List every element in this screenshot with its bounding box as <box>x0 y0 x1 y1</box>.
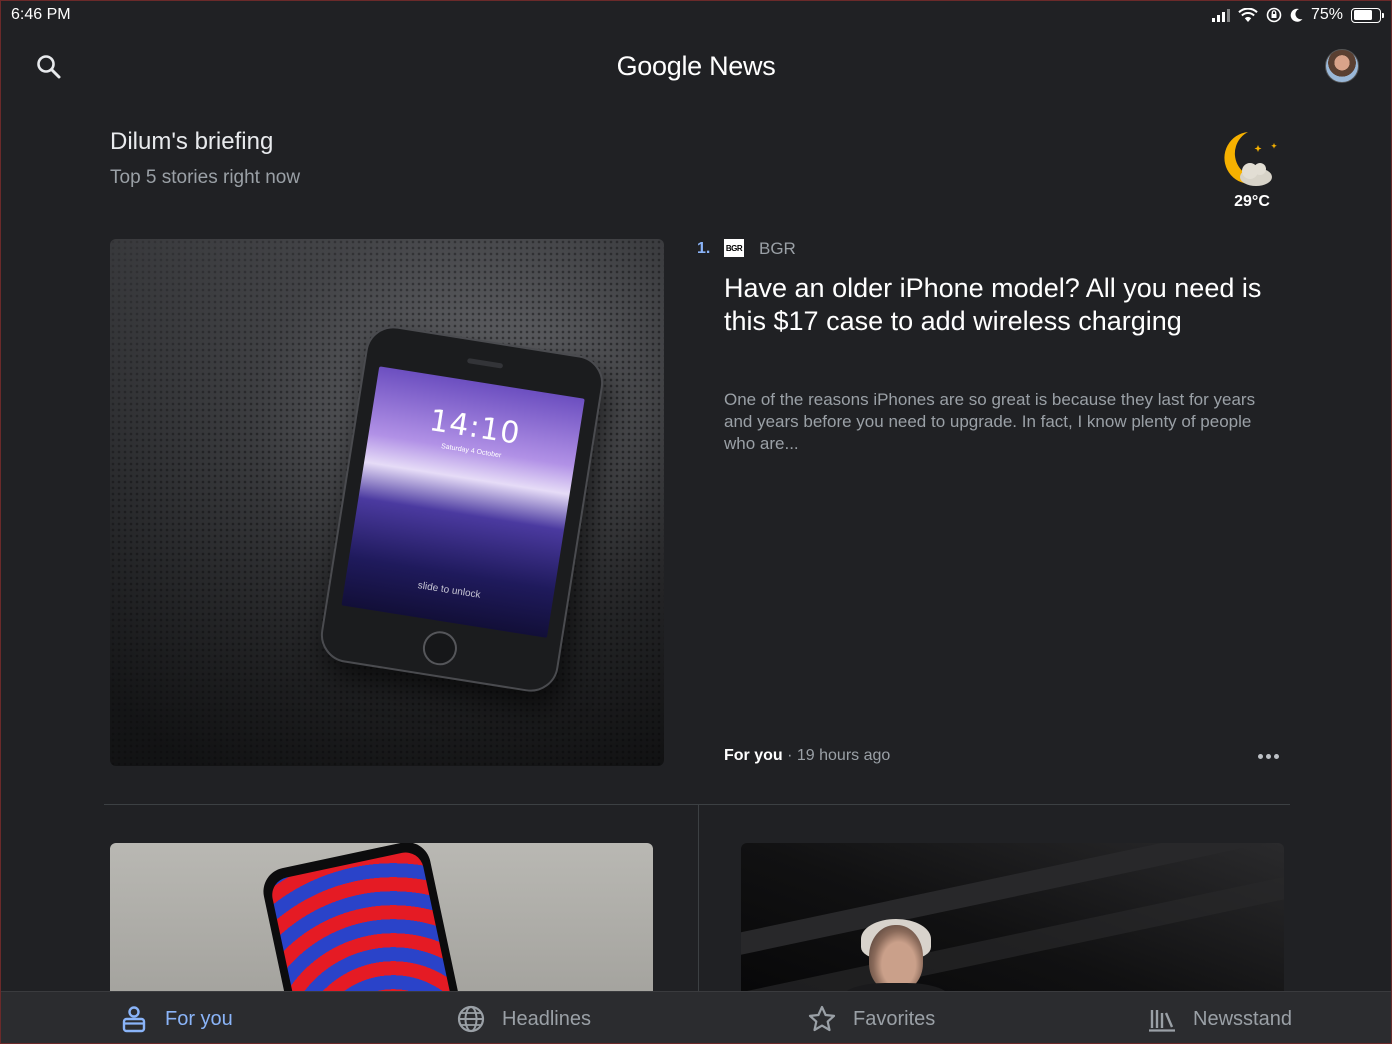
section-divider <box>104 804 1290 805</box>
battery-percentage: 75% <box>1310 6 1343 23</box>
nav-item-for-you[interactable]: For you <box>119 992 233 1043</box>
globe-icon <box>457 1005 485 1033</box>
nav-item-newsstand[interactable]: Newsstand <box>1147 992 1292 1043</box>
phone-unlock-text: slide to unlock <box>416 580 482 601</box>
column-divider <box>698 805 699 991</box>
orientation-lock-icon <box>1266 7 1282 23</box>
app-window: 6:46 PM 75% Google News Dilum's briefing… <box>0 0 1392 1044</box>
phone-home-button <box>420 628 460 668</box>
battery-level-fill <box>1353 10 1373 20</box>
phone-speaker <box>466 358 504 369</box>
more-dot-icon <box>1265 753 1271 759</box>
moon-cloud-icon <box>1224 132 1277 186</box>
story-card-image-galaxy-phone[interactable] <box>110 843 653 1003</box>
briefing-title: Dilum's briefing <box>110 128 274 155</box>
nav-label: For you <box>165 1007 233 1030</box>
nav-label: Newsstand <box>1193 1007 1292 1030</box>
story-time-ago: 19 hours ago <box>796 747 891 764</box>
account-avatar[interactable] <box>1325 49 1359 83</box>
wifi-icon <box>1238 7 1258 22</box>
battery-icon <box>1351 7 1384 23</box>
story-card-image-portrait[interactable] <box>741 843 1284 1003</box>
story-snippet: One of the reasons iPhones are so great … <box>724 390 1256 453</box>
phone-lockscreen: 14:10 Saturday 4 October slide to unlock <box>341 366 585 638</box>
galaxy-phone-photo <box>258 843 472 1003</box>
weather-widget[interactable]: 29°C <box>1219 129 1285 211</box>
nav-item-favorites[interactable]: Favorites <box>807 992 936 1043</box>
app-title: Google News <box>616 51 776 81</box>
person-face <box>869 925 923 991</box>
star-icon <box>808 1005 836 1032</box>
app-header: Google News <box>1 41 1391 93</box>
do-not-disturb-moon-icon <box>1290 8 1303 22</box>
bottom-navigation: For you Headlines Favorites Newsstand <box>1 991 1391 1043</box>
phone-wallpaper <box>268 849 462 1003</box>
person-badge-icon <box>122 1006 146 1033</box>
weather-temperature: 29°C <box>1234 193 1270 210</box>
nav-item-headlines[interactable]: Headlines <box>456 992 591 1043</box>
newsstand-icon <box>1149 1010 1175 1032</box>
meta-separator: · <box>782 747 797 764</box>
status-time: 6:46 PM <box>11 6 71 23</box>
cellular-signal-icon <box>1211 8 1230 22</box>
status-icons: 75% <box>1211 6 1384 24</box>
story-meta: For you · 19 hours ago <box>724 747 890 765</box>
hero-story-image[interactable]: 14:10 Saturday 4 October slide to unlock <box>110 239 664 766</box>
story-headline[interactable]: Have an older iPhone model? All you need… <box>724 272 1289 338</box>
status-bar: 6:46 PM 75% <box>1 1 1391 29</box>
source-name[interactable]: BGR <box>759 239 796 259</box>
nav-label: Headlines <box>502 1007 591 1030</box>
story-rank: 1. <box>697 240 711 257</box>
story-section: For you <box>724 747 783 764</box>
more-dot-icon <box>1273 753 1279 759</box>
more-options-button[interactable] <box>1251 744 1285 768</box>
nav-label: Favorites <box>853 1007 936 1030</box>
source-logo: BGR <box>724 239 744 257</box>
more-dot-icon <box>1257 753 1263 759</box>
briefing-subtitle: Top 5 stories right now <box>110 167 301 188</box>
